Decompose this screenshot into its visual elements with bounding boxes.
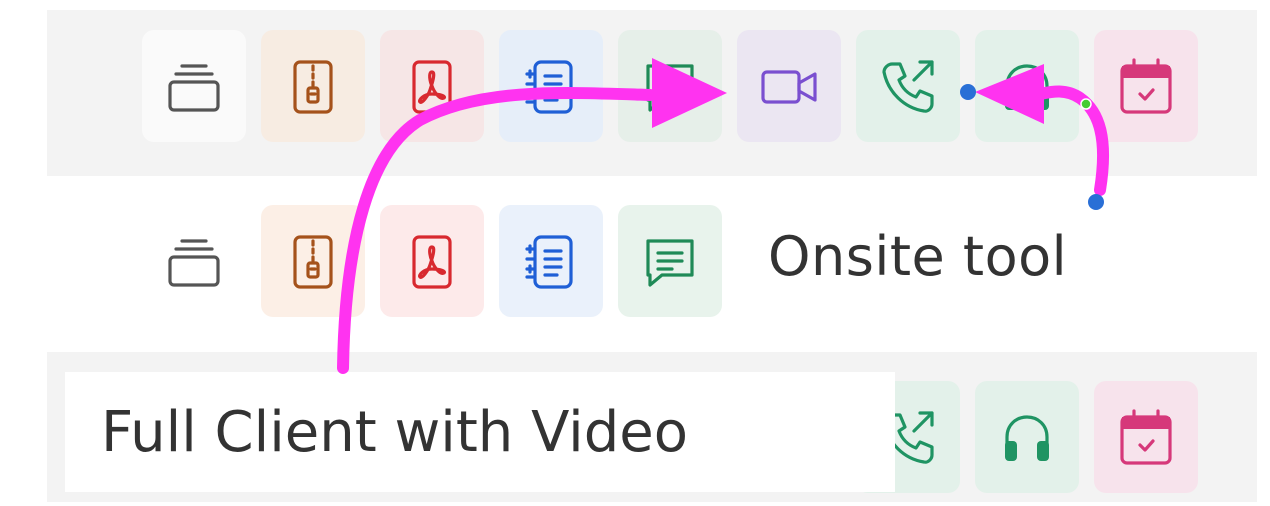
- full-client-label: Full Client with Video: [101, 399, 688, 465]
- row-2-stack-button[interactable]: [142, 205, 246, 317]
- onsite-tool-label: Onsite tool: [768, 224, 1068, 288]
- row-1-headset-button[interactable]: [975, 30, 1079, 142]
- full-client-label-box: Full Client with Video: [65, 372, 895, 492]
- row-1-phone-outgoing-button[interactable]: [856, 30, 960, 142]
- headset-icon: [997, 407, 1057, 467]
- stack-icon: [164, 231, 224, 291]
- chat-icon: [640, 231, 700, 291]
- row-1-calendar-button[interactable]: [1094, 30, 1198, 142]
- pdf-file-icon: [402, 231, 462, 291]
- list-document-icon: [521, 56, 581, 116]
- onsite-tool-label-box: Onsite tool: [738, 206, 1194, 306]
- calendar-icon: [1116, 407, 1176, 467]
- row-1-list-document-button[interactable]: [499, 30, 603, 142]
- list-document-icon: [521, 231, 581, 291]
- chat-icon: [640, 56, 700, 116]
- phone-outgoing-icon: [878, 56, 938, 116]
- headset-icon: [997, 56, 1057, 116]
- row-1-video-camera-button[interactable]: [737, 30, 841, 142]
- row-2-pdf-file-button[interactable]: [380, 205, 484, 317]
- zip-file-icon: [283, 56, 343, 116]
- row-3-calendar-button[interactable]: [1094, 381, 1198, 493]
- pdf-file-icon: [402, 56, 462, 116]
- row-1-zip-file-button[interactable]: [261, 30, 365, 142]
- zip-file-icon: [283, 231, 343, 291]
- row-1-chat-button[interactable]: [618, 30, 722, 142]
- row-2-zip-file-button[interactable]: [261, 205, 365, 317]
- row-1-pdf-file-button[interactable]: [380, 30, 484, 142]
- row-1-stack-button[interactable]: [142, 30, 246, 142]
- row-3-headset-button[interactable]: [975, 381, 1079, 493]
- calendar-icon: [1116, 56, 1176, 116]
- stack-icon: [164, 56, 224, 116]
- row-2-list-document-button[interactable]: [499, 205, 603, 317]
- row-2-chat-button[interactable]: [618, 205, 722, 317]
- video-camera-icon: [759, 56, 819, 116]
